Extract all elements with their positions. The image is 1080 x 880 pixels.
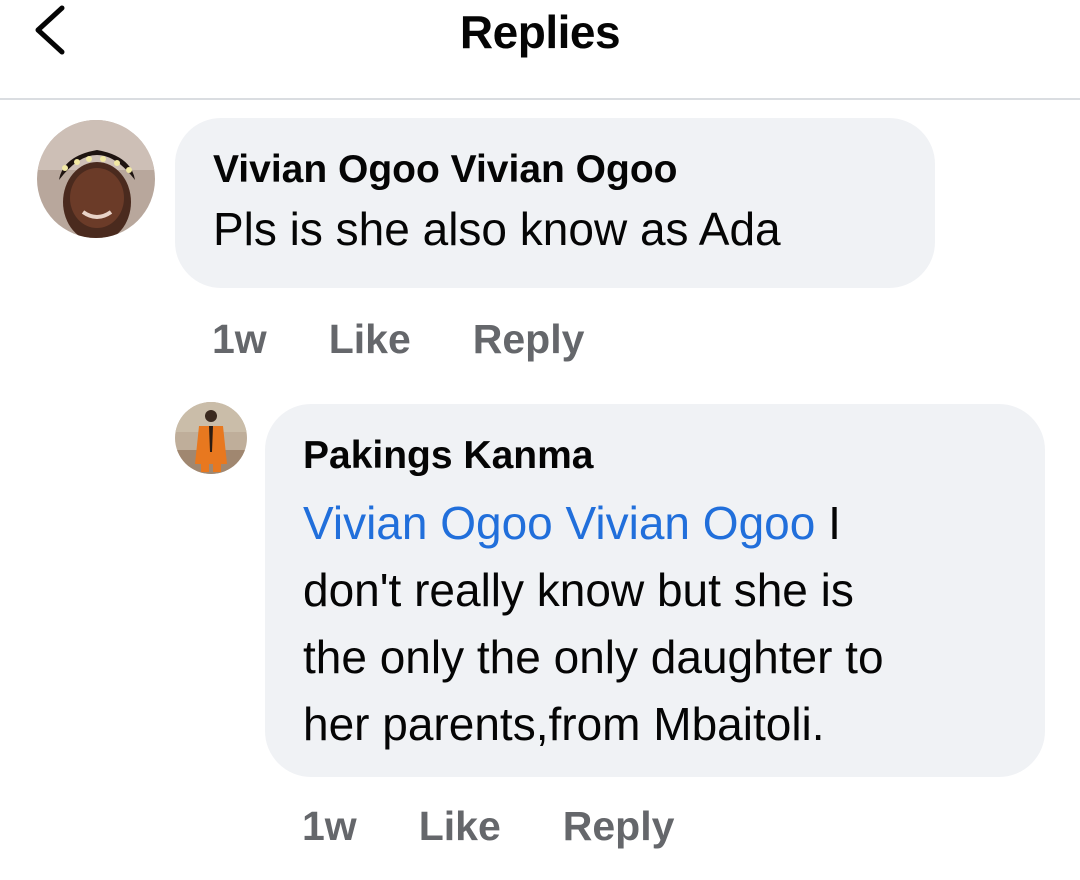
comment-text: Vivian Ogoo Vivian Ogoo I don't really k…: [303, 490, 1045, 758]
comment-text-line: the only the only daughter to: [303, 631, 884, 683]
avatar[interactable]: [37, 120, 155, 238]
comment-timestamp: 1w: [302, 802, 357, 849]
comment-author[interactable]: Vivian Ogoo Vivian Ogoo: [213, 146, 935, 194]
top-bar: Replies: [0, 0, 1080, 100]
comment-bubble: Vivian Ogoo Vivian Ogoo Pls is she also …: [175, 118, 935, 288]
comment-bubble: Pakings Kanma Vivian Ogoo Vivian Ogoo I …: [265, 404, 1045, 777]
comment-text-fragment: I: [815, 497, 841, 549]
comment-author[interactable]: Pakings Kanma: [303, 432, 1045, 480]
comment-text-line: don't really know but she is: [303, 564, 854, 616]
comment-actions: 1w Like Reply: [212, 313, 584, 365]
comment-text: Pls is she also know as Ada: [213, 203, 781, 255]
reply-button[interactable]: Reply: [473, 316, 585, 363]
comment-timestamp: 1w: [212, 315, 267, 362]
comment-text-line: Vivian Ogoo Vivian Ogoo I: [303, 490, 1045, 557]
like-button[interactable]: Like: [419, 803, 501, 850]
like-button[interactable]: Like: [329, 316, 411, 363]
comment-text-line: her parents,from Mbaitoli.: [303, 698, 825, 750]
mention-link[interactable]: Vivian Ogoo Vivian Ogoo: [303, 497, 815, 549]
comment-actions: 1w Like Reply: [302, 800, 674, 852]
avatar[interactable]: [175, 402, 247, 474]
reply-button[interactable]: Reply: [563, 803, 675, 850]
page-title: Replies: [459, 6, 621, 58]
